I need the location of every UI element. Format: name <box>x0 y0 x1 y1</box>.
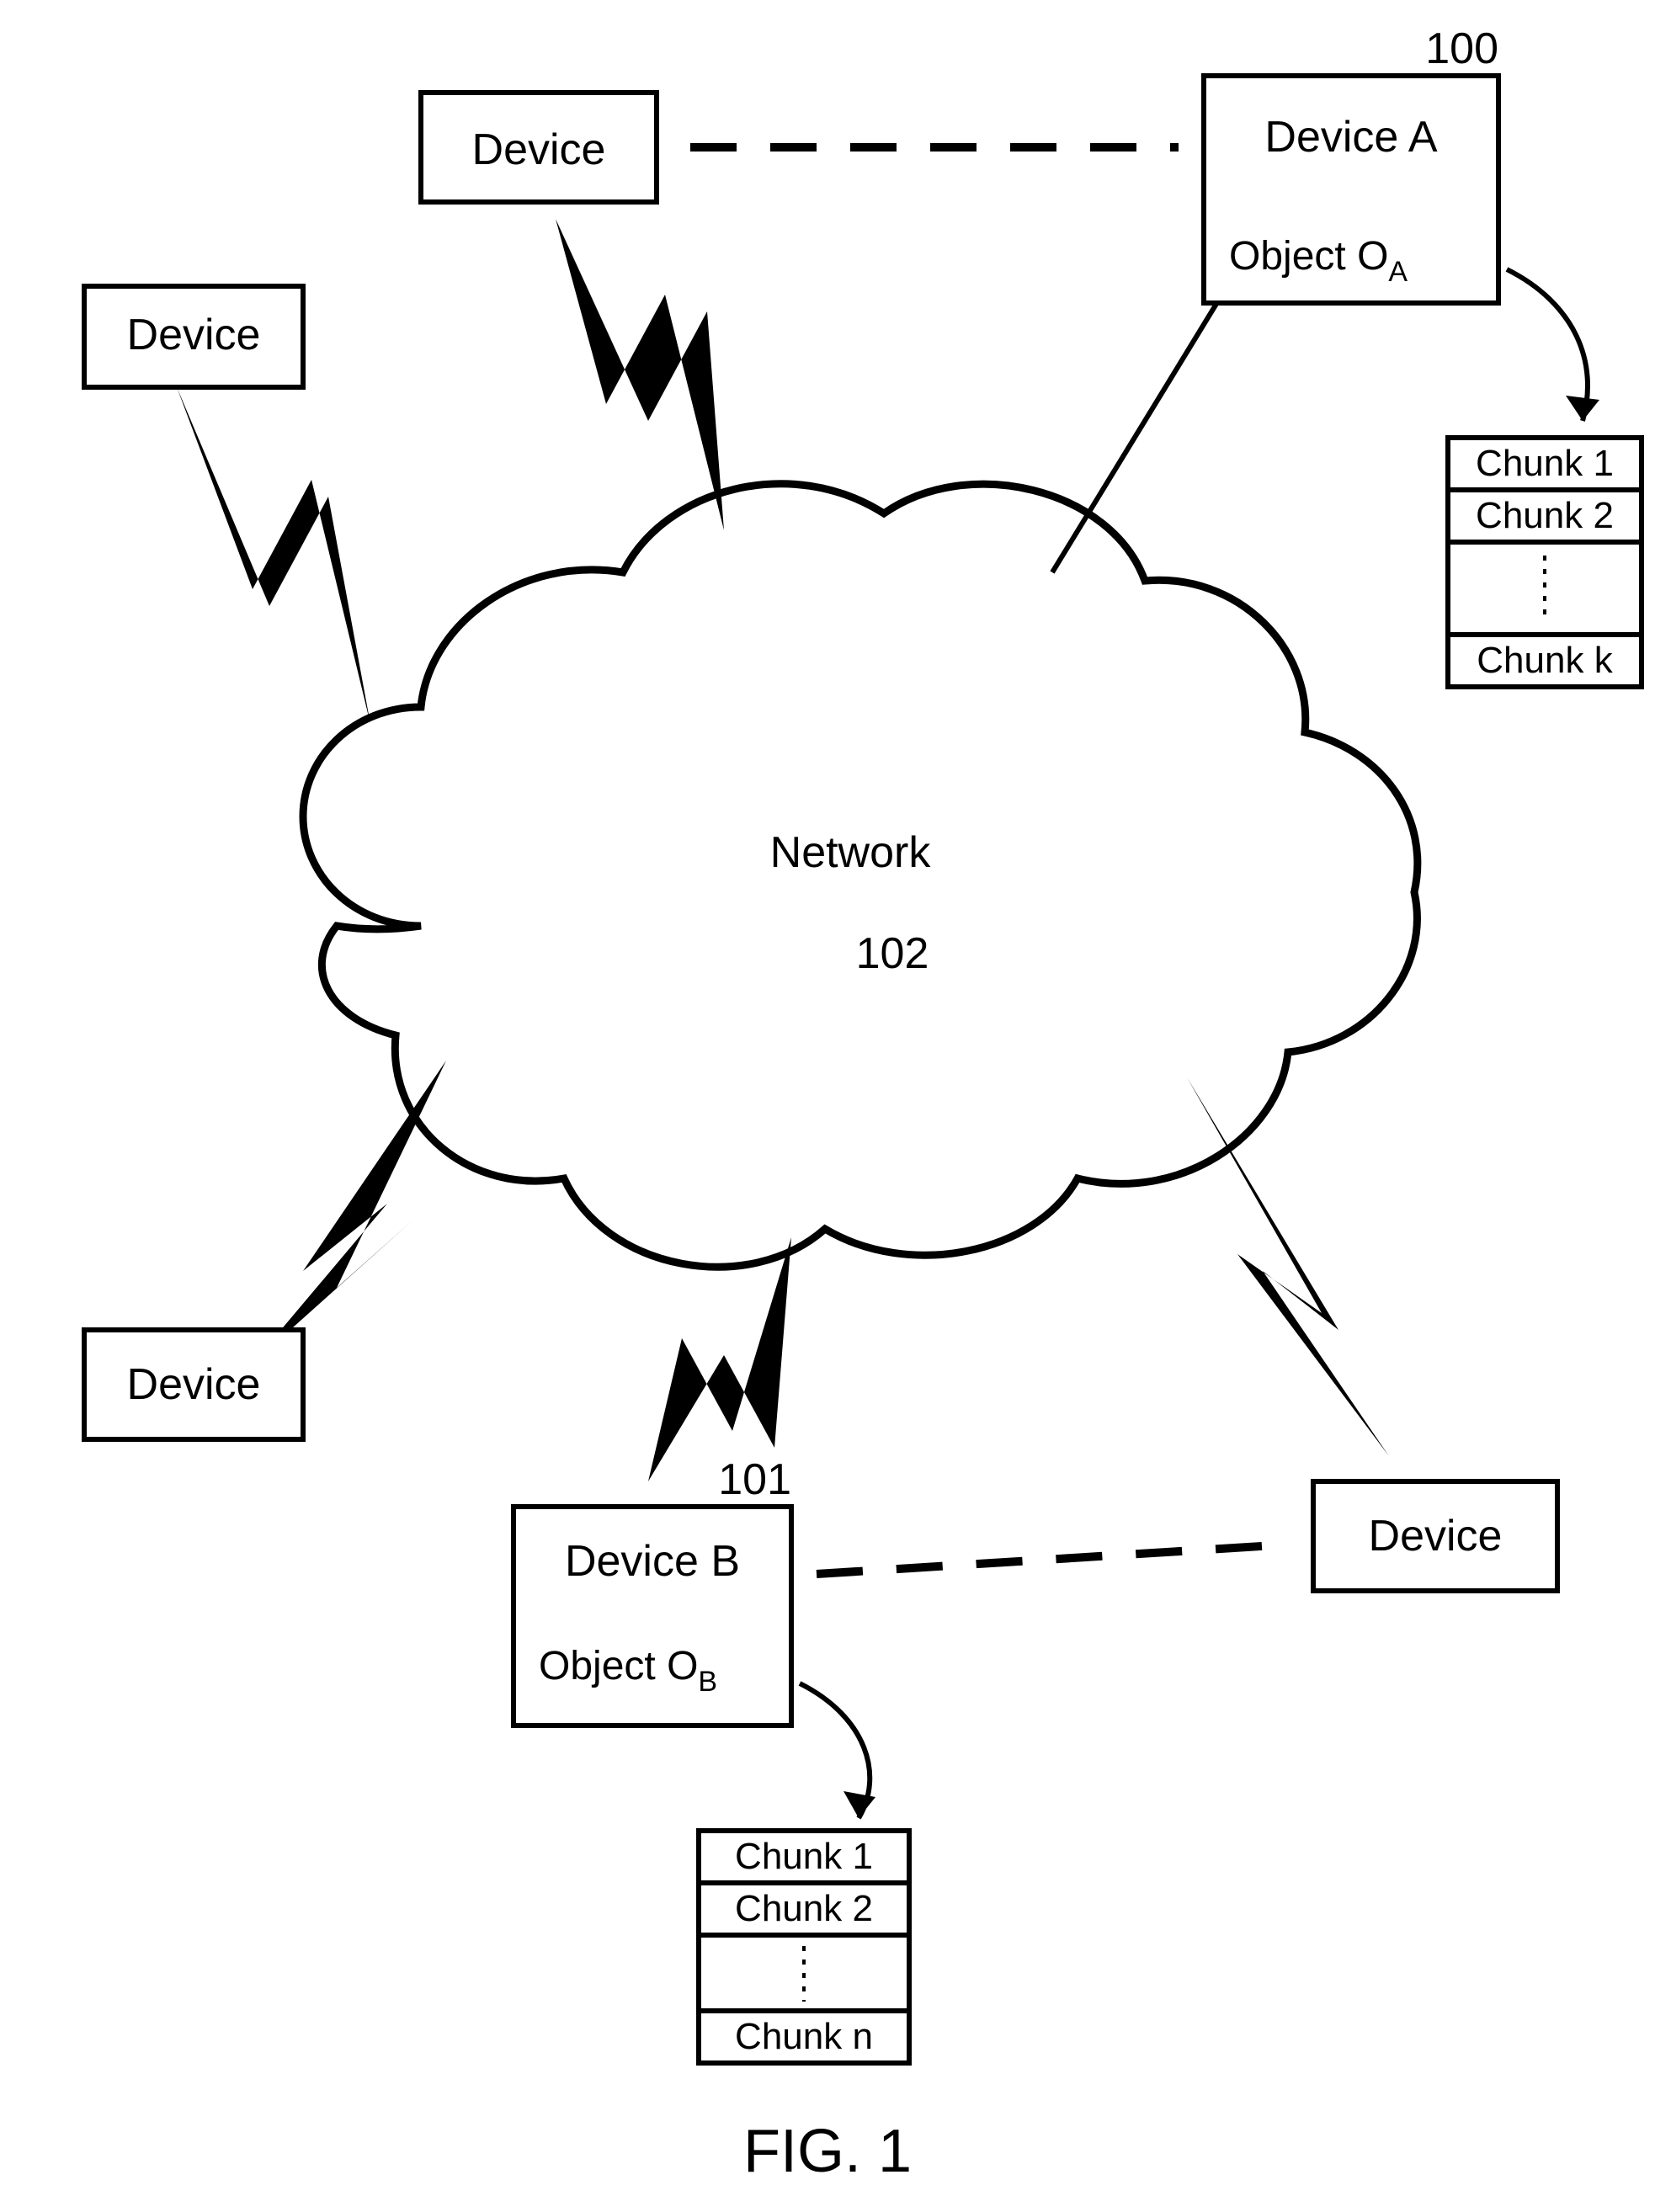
device-box-lower-left: Device <box>84 1330 303 1439</box>
chunk-list-a: Chunk 1 Chunk 2 Chunk k <box>1448 438 1642 687</box>
bolt-device-b <box>648 1237 791 1481</box>
device-box-upper-left: Device <box>84 286 303 387</box>
chunk-b-2: Chunk 2 <box>735 1888 873 1929</box>
device-a-box: Device A Object OA 100 <box>1204 24 1498 303</box>
chunk-a-k: Chunk k <box>1477 640 1613 681</box>
arrow-b-to-chunks <box>800 1683 875 1818</box>
device-label: Device <box>127 311 261 359</box>
device-b-ref: 101 <box>718 1455 791 1504</box>
bolt-upper-left <box>177 387 370 724</box>
chunk-b-1: Chunk 1 <box>735 1836 873 1877</box>
arrow-a-to-chunks <box>1507 269 1599 421</box>
device-b-title: Device B <box>565 1537 740 1586</box>
device-label: Device <box>127 1360 261 1409</box>
bolt-top-center <box>556 219 724 530</box>
chunk-list-b: Chunk 1 Chunk 2 Chunk n <box>699 1831 909 2063</box>
device-label: Device <box>472 125 606 174</box>
device-box-lower-right: Device <box>1313 1481 1557 1591</box>
device-box-top-center: Device <box>421 93 657 202</box>
figure-label: FIG. 1 <box>743 2118 912 2185</box>
device-a-title: Device A <box>1264 113 1438 162</box>
device-b-box: Device B Object OB 101 <box>514 1455 791 1725</box>
chunk-a-2: Chunk 2 <box>1476 495 1614 536</box>
dash-bottom <box>817 1545 1288 1574</box>
network-label: Network <box>770 828 932 877</box>
device-a-ref: 100 <box>1425 24 1498 73</box>
diagram-canvas: Network 102 Device Device Device Device <box>0 0 1655 2212</box>
line-device-a <box>1052 269 1237 572</box>
bolt-lower-left <box>253 1061 446 1364</box>
chunk-b-n: Chunk n <box>735 2016 873 2057</box>
network-ref: 102 <box>856 929 929 978</box>
network-cloud: Network 102 <box>303 484 1418 1267</box>
chunk-a-1: Chunk 1 <box>1476 443 1614 484</box>
device-label: Device <box>1369 1512 1503 1561</box>
